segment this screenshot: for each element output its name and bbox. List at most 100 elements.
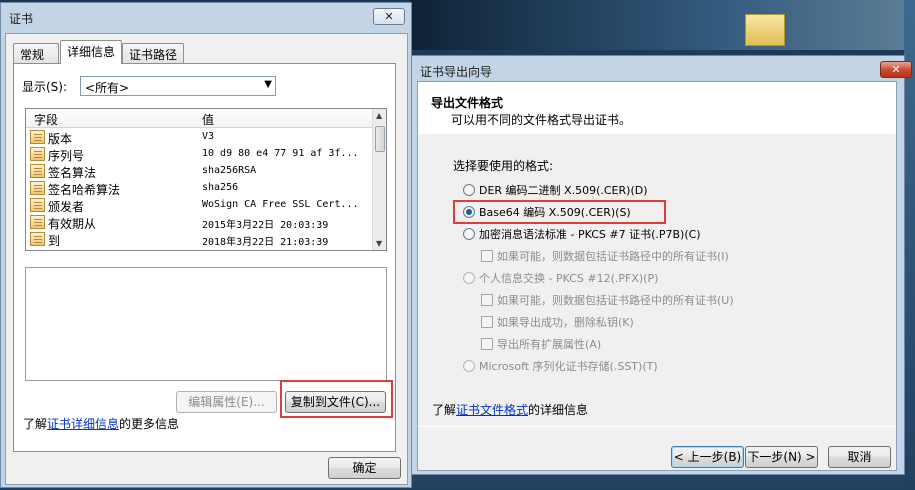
back-button[interactable]: < 上一步(B) <box>671 446 744 468</box>
value-detail-box[interactable] <box>25 267 387 381</box>
certificate-field-icon <box>30 130 45 144</box>
edit-properties-button[interactable]: 编辑属性(E)... <box>176 391 277 413</box>
certificate-window: 证书 ✕ 常规 详细信息 证书路径 显示(S): <所有> ▼ 字段 值 版本 V… <box>0 2 412 488</box>
wizard-heading: 导出文件格式 <box>431 96 504 110</box>
list-item[interactable]: 颁发者 WoSign CA Free SSL Cert... <box>26 197 372 214</box>
show-select[interactable]: <所有> ▼ <box>80 76 276 96</box>
desktop-background <box>410 0 915 50</box>
option-sst[interactable]: Microsoft 序列化证书存储(.SST)(T) <box>463 357 843 375</box>
tab-general[interactable]: 常规 <box>13 43 59 64</box>
list-item[interactable]: 有效期从 2015年3月22日 20:03:39 <box>26 214 372 231</box>
field-value: sha256 <box>202 182 239 193</box>
option-pfx[interactable]: 个人信息交换 - PKCS #12(.PFX)(P) <box>463 269 843 287</box>
certificate-field-icon <box>30 198 45 212</box>
tab-details[interactable]: 详细信息 <box>60 40 122 64</box>
option-pkcs7[interactable]: 加密消息语法标准 - PKCS #7 证书(.P7B)(C) <box>463 225 843 243</box>
footer-divider <box>418 426 896 427</box>
option-pfx-include-path[interactable]: 如果可能，则数据包括证书路径中的所有证书(U) <box>481 291 861 309</box>
option-export-ext-props[interactable]: 导出所有扩展属性(A) <box>481 335 861 353</box>
certificate-field-icon <box>30 147 45 161</box>
certificate-field-icon <box>30 232 45 246</box>
column-value[interactable]: 值 <box>202 111 214 128</box>
field-name: 签名算法 <box>48 166 97 180</box>
close-icon[interactable]: ✕ <box>373 8 405 25</box>
show-label: 显示(S): <box>22 80 68 94</box>
highlight-box-copy <box>280 380 393 418</box>
info-prefix: 了解 <box>23 417 48 431</box>
field-name: 到 <box>48 234 61 248</box>
certificate-titlebar: 证书 ✕ <box>1 3 411 31</box>
ok-button[interactable]: 确定 <box>328 457 401 479</box>
certificate-client-area: 常规 详细信息 证书路径 显示(S): <所有> ▼ 字段 值 版本 V3 序列号 1… <box>5 33 408 485</box>
details-tab-panel: 显示(S): <所有> ▼ 字段 值 版本 V3 序列号 10 d9 80 e4 77… <box>13 63 396 452</box>
cert-details-info: 了解证书详细信息的更多信息 <box>23 415 179 432</box>
field-name: 签名哈希算法 <box>48 183 121 197</box>
option-der-label: DER 编码二进制 X.509(.CER)(D) <box>479 184 648 197</box>
list-item[interactable]: 签名哈希算法 sha256 <box>26 180 372 197</box>
choose-format-label: 选择要使用的格式: <box>453 159 554 173</box>
field-value: 2015年3月22日 20:03:39 <box>202 220 329 231</box>
checkbox-pfx-include-path[interactable] <box>481 294 493 306</box>
option-der[interactable]: DER 编码二进制 X.509(.CER)(D) <box>463 181 783 199</box>
fields-list[interactable]: 字段 值 版本 V3 序列号 10 d9 80 e4 77 91 af 3f... 签名… <box>25 108 387 251</box>
field-name: 版本 <box>48 132 73 146</box>
wizard-window-title: 证书导出向导 <box>420 65 493 79</box>
field-name: 序列号 <box>48 149 85 163</box>
list-item[interactable]: 到 2018年3月22日 21:03:39 <box>26 231 372 248</box>
info-suffix: 的更多信息 <box>119 417 180 431</box>
list-item[interactable]: 签名算法 sha256RSA <box>26 163 372 180</box>
field-value: WoSign CA Free SSL Cert... <box>202 199 359 210</box>
fields-list-scrollbar[interactable]: ▲ ▼ <box>372 109 386 250</box>
option-delete-private-key-label: 如果导出成功，删除私钥(K) <box>497 316 634 329</box>
cancel-button[interactable]: 取消 <box>828 446 891 468</box>
tab-cert-path[interactable]: 证书路径 <box>122 43 184 64</box>
wizard-client-area: 导出文件格式 可以用不同的文件格式导出证书。 选择要使用的格式: DER 编码二… <box>417 81 897 471</box>
learn-format-info: 了解证书文件格式的详细信息 <box>432 401 588 418</box>
chevron-down-icon: ▼ <box>264 79 272 90</box>
option-pkcs7-include-path-label: 如果可能，则数据包括证书路径中的所有证书(I) <box>497 250 729 263</box>
option-pkcs7-label: 加密消息语法标准 - PKCS #7 证书(.P7B)(C) <box>479 228 701 241</box>
checkbox-delete-private-key[interactable] <box>481 316 493 328</box>
desktop-folder-icon[interactable] <box>745 14 785 46</box>
certificate-window-title: 证书 <box>9 12 34 26</box>
wizard-titlebar: 证书导出向导 ✕ <box>412 56 912 84</box>
certificate-field-icon <box>30 164 45 178</box>
option-delete-private-key[interactable]: 如果导出成功，删除私钥(K) <box>481 313 861 331</box>
cert-details-link[interactable]: 证书详细信息 <box>47 417 119 431</box>
radio-sst[interactable] <box>463 360 475 372</box>
radio-pfx[interactable] <box>463 272 475 284</box>
header-divider <box>418 133 896 134</box>
field-value: V3 <box>202 131 215 142</box>
highlight-box-base64 <box>453 200 666 224</box>
certificate-field-icon <box>30 215 45 229</box>
column-field[interactable]: 字段 <box>34 111 58 128</box>
fields-list-header: 字段 值 <box>26 109 372 128</box>
certificate-field-icon <box>30 181 45 195</box>
list-item[interactable]: 版本 V3 <box>26 129 372 146</box>
checkbox-pkcs7-include-path[interactable] <box>481 250 493 262</box>
option-sst-label: Microsoft 序列化证书存储(.SST)(T) <box>479 360 658 373</box>
list-item[interactable]: 序列号 10 d9 80 e4 77 91 af 3f... <box>26 146 372 163</box>
option-pkcs7-include-path[interactable]: 如果可能，则数据包括证书路径中的所有证书(I) <box>481 247 861 265</box>
show-select-value: <所有> <box>85 81 130 95</box>
radio-der[interactable] <box>463 184 475 196</box>
learn-suffix: 的详细信息 <box>528 403 589 417</box>
radio-pkcs7[interactable] <box>463 228 475 240</box>
field-value: 2018年3月22日 21:03:39 <box>202 237 329 248</box>
scroll-up-icon[interactable]: ▲ <box>376 111 382 120</box>
wizard-subheading: 可以用不同的文件格式导出证书。 <box>451 113 632 127</box>
checkbox-export-ext-props[interactable] <box>481 338 493 350</box>
option-export-ext-props-label: 导出所有扩展属性(A) <box>497 338 602 351</box>
field-value: 10 d9 80 e4 77 91 af 3f... <box>202 148 359 159</box>
close-icon[interactable]: ✕ <box>880 61 912 78</box>
learn-prefix: 了解 <box>432 403 457 417</box>
option-pfx-include-path-label: 如果可能，则数据包括证书路径中的所有证书(U) <box>497 294 734 307</box>
scrollbar-thumb[interactable] <box>375 126 385 152</box>
next-button[interactable]: 下一步(N) > <box>745 446 818 468</box>
field-value: sha256RSA <box>202 165 257 176</box>
cert-file-format-link[interactable]: 证书文件格式 <box>456 403 528 417</box>
field-name: 有效期从 <box>48 217 97 231</box>
field-name: 颁发者 <box>48 200 85 214</box>
scroll-down-icon[interactable]: ▼ <box>376 239 382 248</box>
export-wizard-window: 证书导出向导 ✕ 导出文件格式 可以用不同的文件格式导出证书。 选择要使用的格式… <box>411 55 912 475</box>
